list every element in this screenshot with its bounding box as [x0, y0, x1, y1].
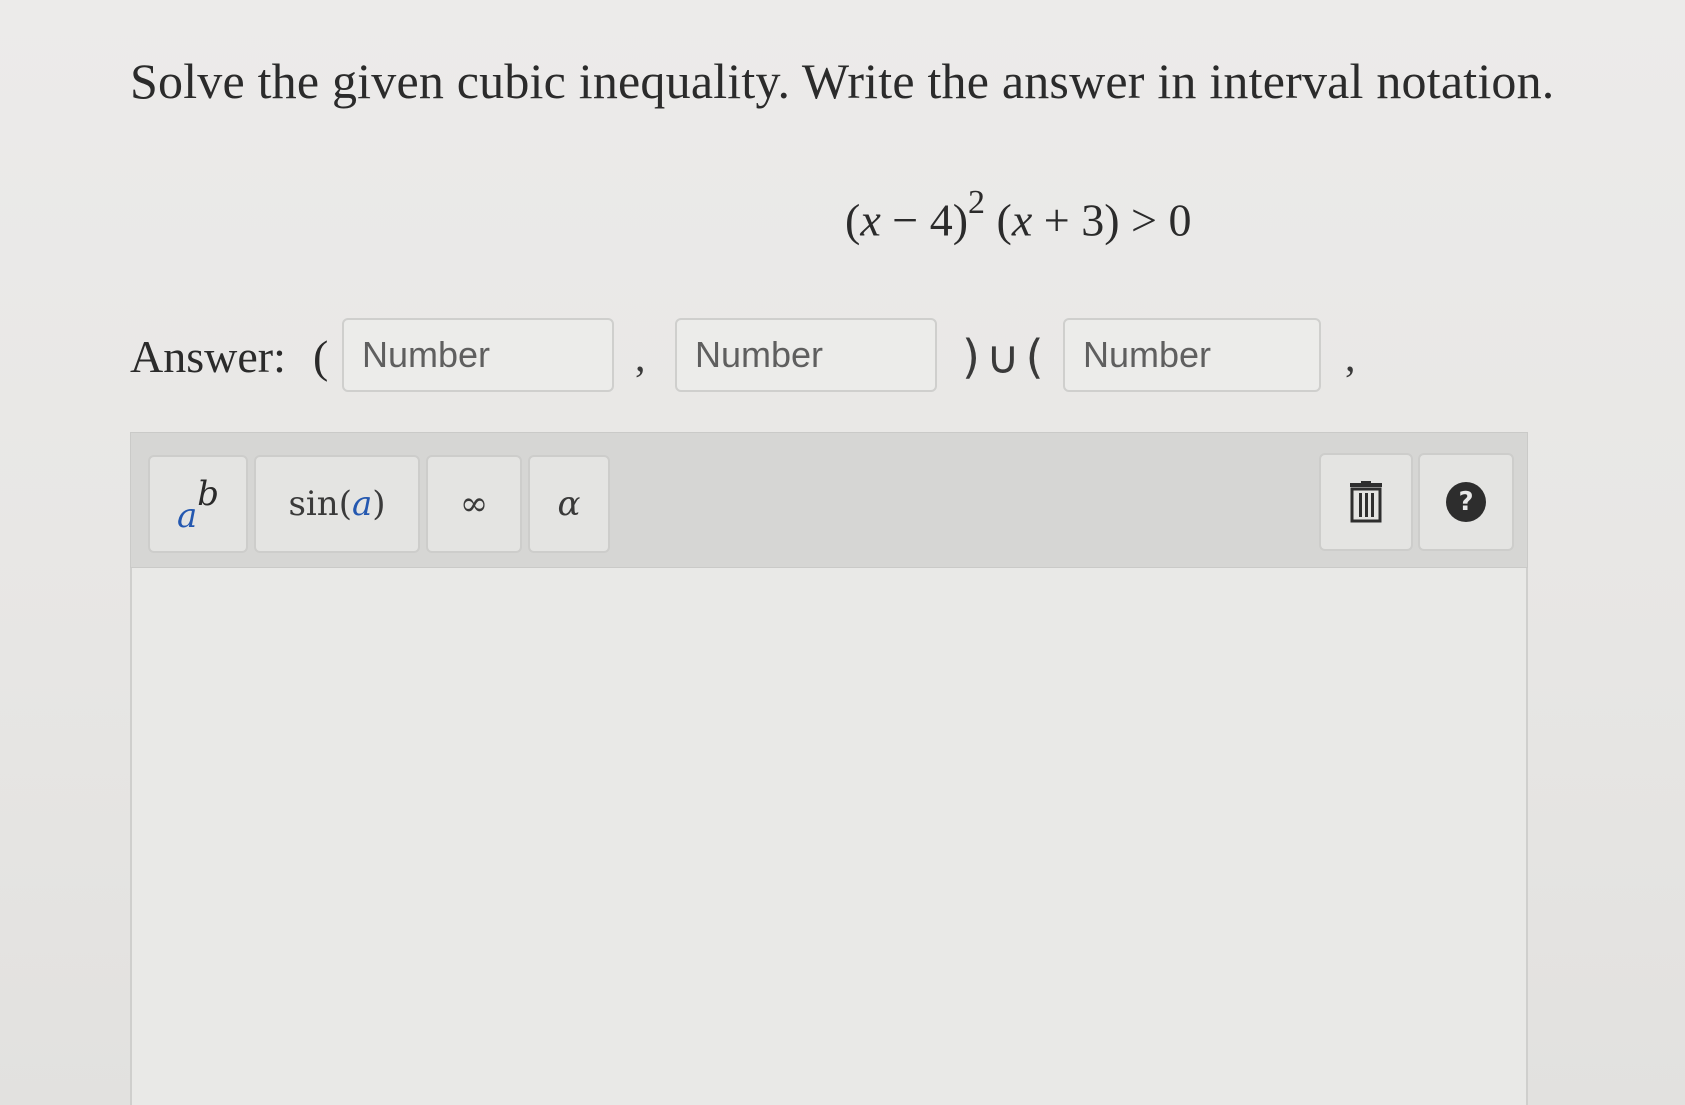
alpha-button[interactable]: α [528, 455, 610, 553]
equation-minus: − 4) [880, 194, 969, 246]
sin-function: sin [288, 484, 339, 524]
union-symbol: )∪( [962, 330, 1050, 384]
page: Solve the given cubic inequality. Write … [0, 0, 1685, 1105]
math-input-area[interactable] [130, 568, 1528, 1105]
help-button[interactable]: ? [1418, 453, 1514, 551]
sin-close: ) [372, 484, 386, 524]
sin-button[interactable]: sin (a) [254, 455, 420, 553]
interval-1-start-input[interactable] [342, 318, 614, 392]
clear-button[interactable] [1319, 453, 1413, 551]
question-text: Solve the given cubic inequality. Write … [130, 53, 1555, 109]
equation-open-2: ( [985, 194, 1012, 246]
power-icon: ab [176, 474, 220, 536]
sin-arg: a [351, 484, 373, 524]
equation-var-1: x [860, 194, 881, 246]
interval-2-start-input[interactable] [1063, 318, 1321, 392]
power-button[interactable]: ab [148, 455, 248, 553]
equation-plus: + 3) > 0 [1032, 194, 1192, 246]
interval-open-paren: ( [313, 331, 329, 382]
equation-open: ( [845, 194, 861, 246]
interval-1-end-input[interactable] [675, 318, 937, 392]
equation-var-2: x [1011, 194, 1033, 246]
interval-1-comma: , [635, 335, 646, 381]
math-toolbar: ab sin (a) ∞ α ? [130, 432, 1528, 568]
trash-icon [1350, 481, 1382, 523]
math-editor: ab sin (a) ∞ α ? [130, 432, 1528, 1105]
infinity-symbol: ∞ [459, 484, 489, 524]
answer-label: Answer: [130, 331, 286, 382]
interval-2-comma: , [1345, 335, 1356, 381]
equation-exponent: 2 [968, 184, 986, 221]
answer-row: Answer: ( , )∪( , [130, 318, 1370, 396]
infinity-button[interactable]: ∞ [426, 455, 522, 553]
sin-open: ( [338, 484, 352, 524]
equation: (x − 4)2 (x + 3) > 0 [845, 184, 1192, 246]
help-icon: ? [1446, 482, 1486, 522]
alpha-symbol: α [557, 484, 581, 524]
